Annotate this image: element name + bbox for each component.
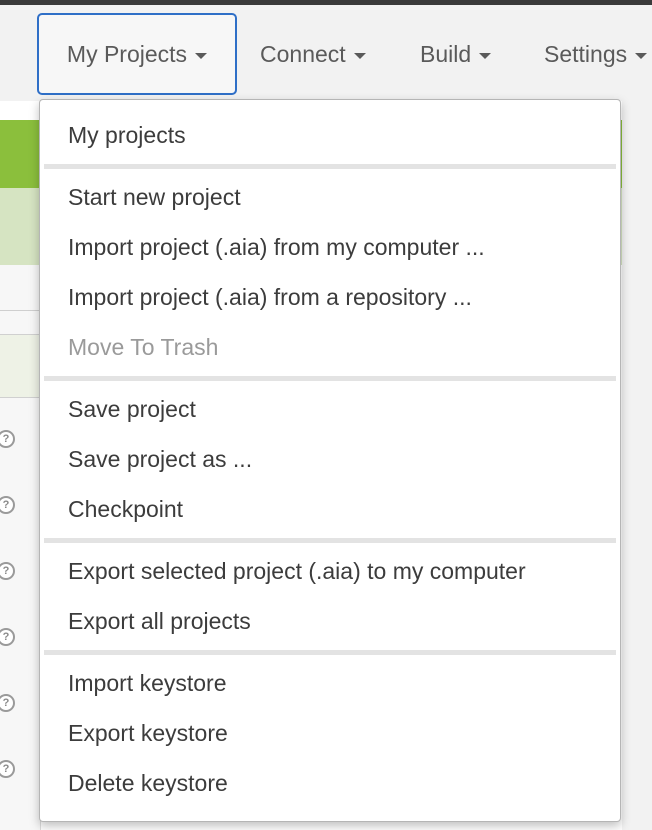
menu-item-checkpoint[interactable]: Checkpoint (68, 496, 183, 523)
right-panel-edge (622, 101, 652, 830)
chevron-down-icon (635, 52, 648, 59)
menu-item-export-all-projects[interactable]: Export all projects (68, 608, 251, 635)
tab-connect[interactable]: Connect (260, 13, 366, 95)
tab-connect-label: Connect (260, 40, 346, 67)
menu-separator (44, 650, 616, 655)
chevron-down-icon (195, 52, 208, 59)
menu-separator (44, 376, 616, 381)
menu-item-export-selected-project[interactable]: Export selected project (.aia) to my com… (68, 558, 526, 585)
left-panel-header (0, 334, 40, 398)
left-panel-divider (0, 310, 40, 311)
menu-item-save-project[interactable]: Save project (68, 396, 196, 423)
menu-item-delete-keystore[interactable]: Delete keystore (68, 770, 228, 797)
menu-item-move-to-trash: Move To Trash (68, 334, 219, 360)
tab-settings[interactable]: Settings (544, 13, 648, 95)
menu-item-import-from-repository[interactable]: Import project (.aia) from a repository … (68, 284, 472, 311)
tab-my-projects[interactable]: My Projects (37, 13, 237, 95)
tab-build[interactable]: Build (420, 13, 492, 95)
menu-item-save-project-as[interactable]: Save project as ... (68, 446, 252, 473)
menu-item-import-from-computer[interactable]: Import project (.aia) from my computer .… (68, 234, 485, 261)
my-projects-dropdown: My projects Start new project Import pro… (39, 99, 621, 822)
menu-separator (44, 164, 616, 169)
menu-item-my-projects[interactable]: My projects (68, 122, 186, 149)
tab-settings-label: Settings (544, 40, 628, 67)
tab-my-projects-label: My Projects (66, 40, 188, 67)
tab-build-label: Build (420, 40, 472, 67)
menu-item-import-keystore[interactable]: Import keystore (68, 670, 227, 697)
menu-item-start-new-project[interactable]: Start new project (68, 184, 241, 211)
menu-item-export-keystore[interactable]: Export keystore (68, 720, 228, 747)
chevron-down-icon (353, 52, 366, 59)
menubar: My Projects Connect Build Settings (0, 5, 652, 101)
chevron-down-icon (479, 52, 492, 59)
menu-separator (44, 538, 616, 543)
